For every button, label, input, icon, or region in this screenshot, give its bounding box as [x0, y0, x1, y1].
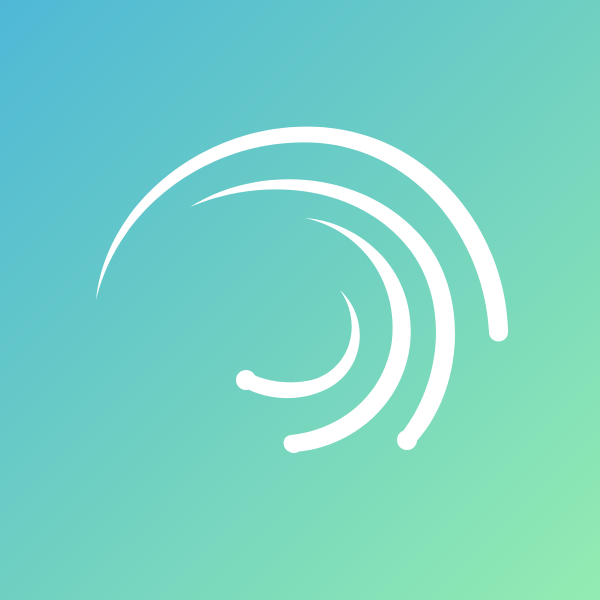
middle-arc-cap — [397, 430, 417, 450]
inner-arc-cap — [285, 435, 303, 453]
app-icon-background — [0, 0, 600, 600]
middle-arc — [190, 179, 455, 448]
innermost-arc-cap — [236, 370, 256, 390]
inner-arc — [283, 218, 411, 452]
outer-arc-cap — [489, 322, 508, 342]
alight-motion-swirl-icon — [96, 126, 508, 453]
innermost-arc — [240, 290, 360, 399]
